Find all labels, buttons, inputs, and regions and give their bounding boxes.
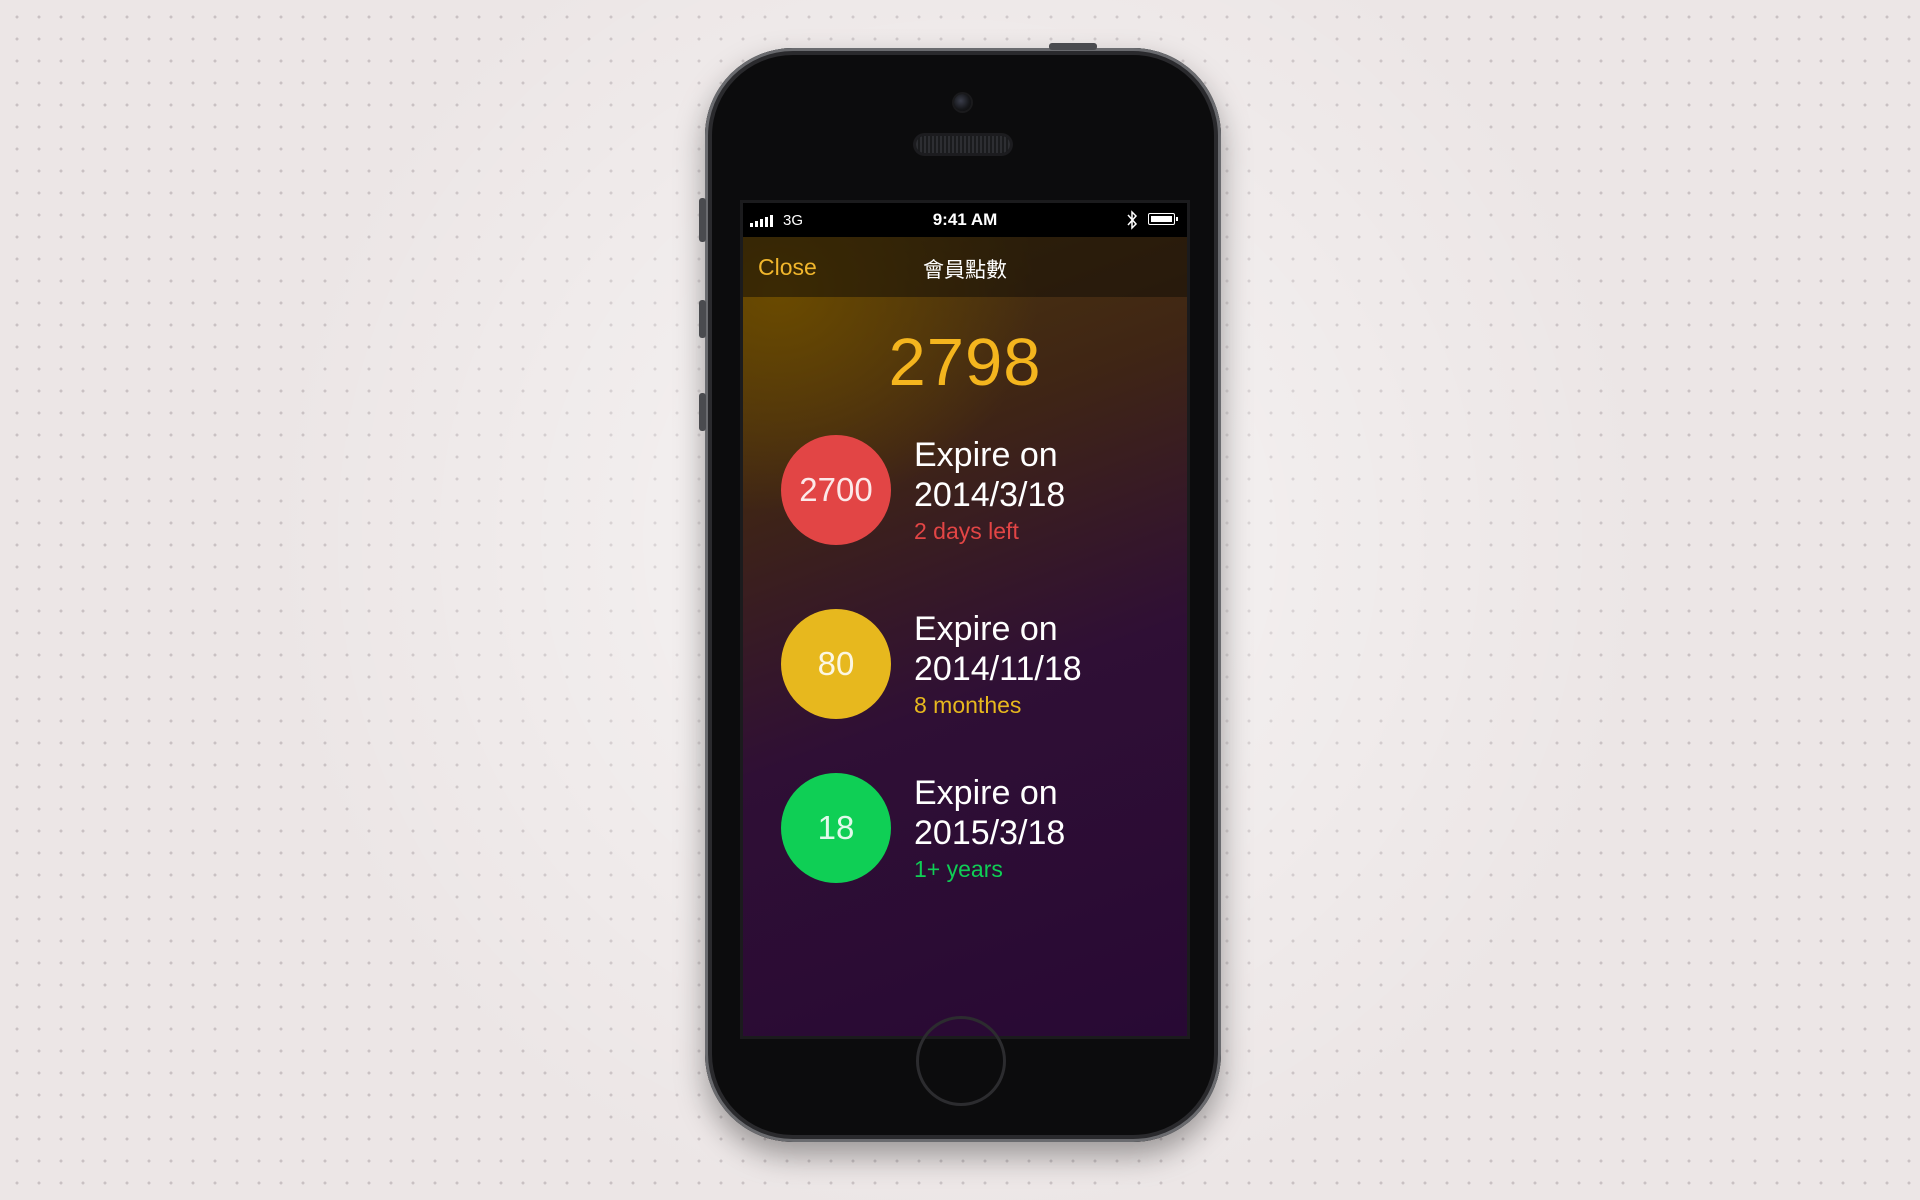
iphone-device: 3G 9:41 AM Close 會員點數 2798 2700 Expire o… — [699, 43, 1221, 1142]
volume-up-button — [699, 300, 706, 338]
expire-date: 2014/3/18 — [914, 476, 1066, 514]
total-points: 2798 — [888, 325, 1042, 400]
expiry-item: 18 Expire on 2015/3/18 1+ years — [781, 773, 1181, 893]
points-badge: 80 — [781, 609, 891, 719]
status-time: 9:41 AM — [932, 210, 998, 229]
volume-down-button — [699, 393, 706, 431]
time-remaining: 1+ years — [914, 856, 1003, 882]
page-title: 會員點數 — [923, 258, 1007, 282]
front-camera — [954, 94, 971, 111]
expire-label: Expire on — [914, 436, 1058, 474]
expire-date: 2014/11/18 — [914, 650, 1082, 688]
status-bar: 3G 9:41 AM — [743, 203, 1187, 237]
expire-label: Expire on — [914, 610, 1058, 648]
expire-label: Expire on — [914, 774, 1058, 812]
earpiece-speaker — [916, 136, 1010, 153]
points-badge: 18 — [781, 773, 891, 883]
bluetooth-icon — [1127, 210, 1138, 230]
mute-switch — [699, 198, 706, 242]
expiry-item: 2700 Expire on 2014/3/18 2 days left — [781, 435, 1181, 555]
points-badge: 2700 — [781, 435, 891, 545]
navigation-bar: Close 會員點數 — [743, 237, 1187, 297]
home-button[interactable] — [916, 1016, 1006, 1106]
time-remaining: 2 days left — [914, 518, 1019, 544]
time-remaining: 8 monthes — [914, 692, 1022, 718]
expire-date: 2015/3/18 — [914, 814, 1066, 852]
battery-icon — [1148, 213, 1178, 225]
power-button — [1049, 43, 1097, 50]
app-screen: 3G 9:41 AM Close 會員點數 2798 2700 Expire o… — [740, 200, 1190, 1039]
expiry-item: 80 Expire on 2014/11/18 8 monthes — [781, 609, 1181, 729]
